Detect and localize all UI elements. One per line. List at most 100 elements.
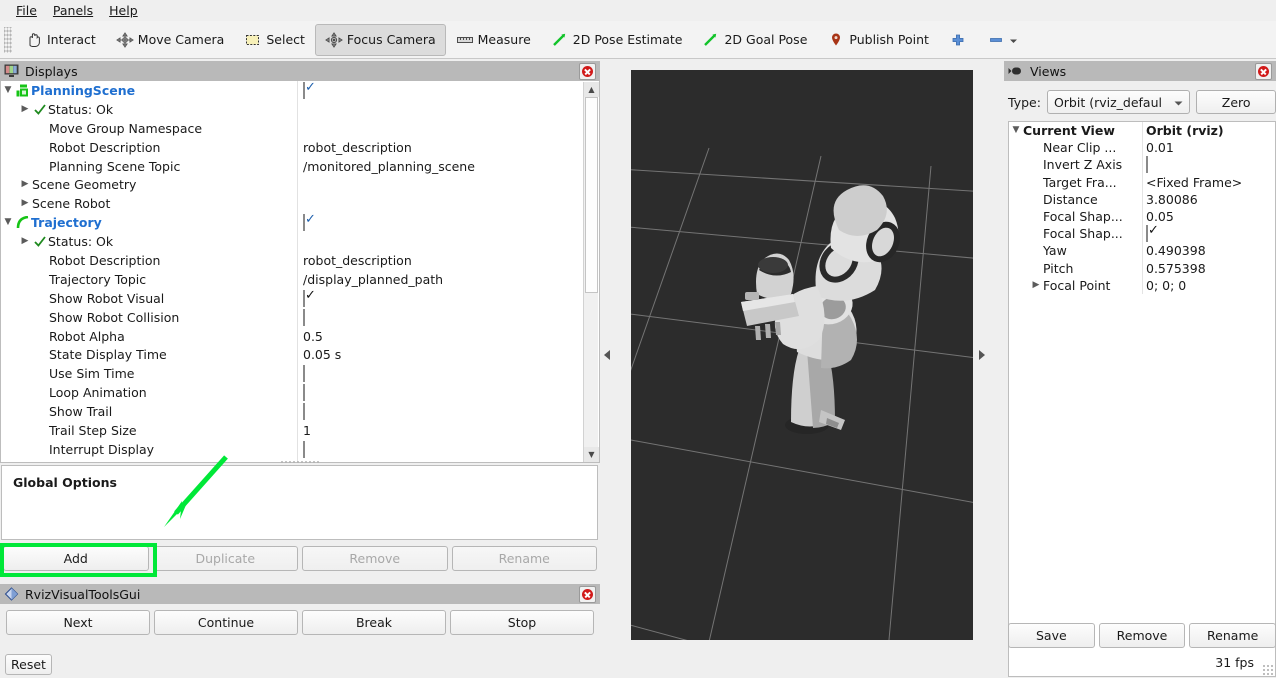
checkbox[interactable] bbox=[303, 214, 305, 232]
display-tree-row[interactable]: ▶ Scene Geometry bbox=[1, 175, 599, 194]
remove-view-button[interactable]: Remove bbox=[1098, 623, 1186, 648]
row-value[interactable]: /monitored_planning_scene bbox=[303, 157, 475, 176]
window-resize-grip[interactable] bbox=[1262, 664, 1274, 676]
row-value[interactable]: robot_description bbox=[303, 138, 412, 157]
display-tree-row[interactable]: Use Sim Time bbox=[1, 364, 599, 383]
displays-close-button[interactable] bbox=[579, 62, 596, 80]
views-tree-row[interactable]: Near Clip ... 0.01 bbox=[1009, 139, 1275, 157]
scroll-down-icon[interactable]: ▼ bbox=[584, 447, 599, 462]
row-value[interactable] bbox=[1146, 156, 1148, 174]
checkbox[interactable] bbox=[303, 308, 305, 326]
views-tree-row[interactable]: ▶ Focal Point 0; 0; 0 bbox=[1009, 276, 1275, 294]
row-value[interactable] bbox=[303, 81, 305, 100]
tool-interact[interactable]: Interact bbox=[15, 24, 106, 56]
expand-arrow-icon[interactable]: ▶ bbox=[18, 180, 32, 189]
expand-arrow-icon[interactable]: ▶ bbox=[18, 237, 32, 246]
rename-button[interactable]: Rename bbox=[451, 546, 597, 571]
display-tree-row[interactable]: Trail Step Size 1 bbox=[1, 421, 599, 440]
row-value[interactable] bbox=[303, 364, 305, 383]
display-tree-row[interactable]: Show Trail bbox=[1, 402, 599, 421]
display-tree-row[interactable]: ▼ PlanningScene bbox=[1, 81, 599, 100]
tool-focus-camera[interactable]: Focus Camera bbox=[314, 23, 446, 56]
break-button[interactable]: Break bbox=[302, 610, 446, 635]
tree-splitter[interactable] bbox=[280, 459, 320, 464]
display-tree-row[interactable]: State Display Time 0.05 s bbox=[1, 345, 599, 364]
row-value[interactable] bbox=[303, 402, 305, 421]
checkbox[interactable] bbox=[303, 384, 305, 402]
views-tree-row[interactable]: Focal Shap... 0.05 bbox=[1009, 207, 1275, 226]
tool-2d-pose-estimate[interactable]: 2D Pose Estimate bbox=[541, 24, 693, 56]
tool-add-plus[interactable] bbox=[939, 24, 977, 56]
row-value[interactable]: 0; 0; 0 bbox=[1146, 277, 1186, 294]
menu-file[interactable]: File bbox=[8, 1, 45, 20]
display-tree-row[interactable]: Trajectory Topic/display_planned_path bbox=[1, 270, 599, 289]
row-value[interactable]: 0.575398 bbox=[1146, 260, 1206, 277]
tool-remove-minus[interactable] bbox=[977, 24, 1028, 56]
global-options-box[interactable]: Global Options bbox=[1, 465, 598, 540]
display-tree-row[interactable]: Move Group Namespace bbox=[1, 119, 599, 138]
3d-viewport[interactable] bbox=[631, 70, 973, 640]
row-value[interactable]: robot_description bbox=[303, 251, 412, 270]
views-tree-row[interactable]: ▼ Current View Orbit (rviz) bbox=[1009, 122, 1275, 140]
display-tree-row[interactable]: ▼ Trajectory bbox=[1, 213, 599, 232]
duplicate-button[interactable]: Duplicate bbox=[152, 546, 298, 571]
row-value[interactable]: 1 bbox=[303, 421, 311, 440]
display-tree-row[interactable]: ▶ Status: Ok bbox=[1, 232, 599, 251]
tool-publish-point[interactable]: Publish Point bbox=[817, 24, 939, 56]
scroll-up-icon[interactable]: ▲ bbox=[584, 82, 599, 97]
expand-arrow-icon[interactable]: ▶ bbox=[18, 104, 32, 114]
views-tree-row[interactable]: Yaw 0.490398 bbox=[1009, 242, 1275, 260]
continue-button[interactable]: Continue bbox=[154, 610, 298, 635]
row-value[interactable]: 0.490398 bbox=[1146, 242, 1206, 259]
display-tree-row[interactable]: Robot Alpha 0.5 bbox=[1, 327, 599, 346]
tool-move-camera[interactable]: Move Camera bbox=[106, 24, 235, 56]
add-button[interactable]: Add bbox=[3, 546, 149, 571]
checkbox[interactable] bbox=[303, 289, 305, 307]
row-value[interactable] bbox=[303, 289, 305, 308]
collapse-arrow-icon[interactable]: ▼ bbox=[1, 85, 15, 95]
display-tree-row[interactable]: Interrupt Display bbox=[1, 440, 599, 459]
views-close-button[interactable] bbox=[1255, 62, 1272, 80]
checkbox[interactable] bbox=[1146, 156, 1148, 174]
display-tree-row[interactable]: Robot Description robot_description bbox=[1, 138, 599, 157]
collapse-arrow-icon[interactable]: ▼ bbox=[1009, 126, 1023, 135]
tool-measure[interactable]: Measure bbox=[446, 24, 541, 56]
row-value[interactable] bbox=[303, 213, 305, 232]
displays-scrollbar[interactable]: ▲ ▼ bbox=[583, 82, 599, 462]
zero-button[interactable]: Zero bbox=[1196, 90, 1276, 114]
toolbar-drag-handle[interactable] bbox=[4, 26, 12, 53]
collapse-right-panel-handle[interactable] bbox=[975, 70, 989, 640]
save-view-button[interactable]: Save bbox=[1008, 623, 1095, 648]
rename-view-button[interactable]: Rename bbox=[1189, 623, 1276, 648]
checkbox[interactable] bbox=[1146, 225, 1148, 243]
checkbox[interactable] bbox=[303, 365, 305, 383]
row-value[interactable] bbox=[303, 440, 305, 459]
row-value[interactable] bbox=[1146, 225, 1148, 243]
tool-select[interactable]: Select bbox=[234, 24, 315, 56]
menu-panels[interactable]: Panels bbox=[45, 1, 101, 20]
row-value[interactable] bbox=[303, 308, 305, 327]
expand-arrow-icon[interactable]: ▶ bbox=[18, 199, 32, 208]
views-tree-row[interactable]: Pitch 0.575398 bbox=[1009, 259, 1275, 277]
views-tree-row[interactable]: Target Fra... <Fixed Frame> bbox=[1009, 173, 1275, 191]
checkbox[interactable] bbox=[303, 81, 305, 99]
rviz-tools-close-button[interactable] bbox=[579, 585, 596, 603]
views-tree[interactable]: ▼ Current View Orbit (rviz) Near Clip ... 0.… bbox=[1008, 121, 1276, 677]
views-tree-row[interactable]: Distance 3.80086 bbox=[1009, 190, 1275, 208]
displays-tree[interactable]: ▼ PlanningScene ▶ Status: Ok Move Group Name… bbox=[0, 81, 600, 463]
display-tree-row[interactable]: Show Robot Collision bbox=[1, 308, 599, 327]
row-value[interactable] bbox=[303, 383, 305, 402]
views-type-dropdown[interactable]: Orbit (rviz_defaul bbox=[1046, 90, 1191, 114]
display-tree-row[interactable]: Planning Scene Topic/monitored_planning_… bbox=[1, 157, 599, 176]
scrollbar-thumb[interactable] bbox=[585, 97, 598, 293]
expand-arrow-icon[interactable]: ▶ bbox=[1029, 280, 1043, 290]
row-value[interactable]: <Fixed Frame> bbox=[1146, 174, 1242, 191]
menu-help[interactable]: Help bbox=[101, 1, 146, 20]
row-value[interactable]: 3.80086 bbox=[1146, 191, 1198, 208]
views-tree-row[interactable]: Focal Shap... bbox=[1009, 225, 1275, 243]
row-value[interactable]: Orbit (rviz) bbox=[1146, 122, 1224, 139]
stop-button[interactable]: Stop bbox=[450, 610, 594, 635]
display-tree-row[interactable]: ▶ Scene Robot bbox=[1, 194, 599, 213]
display-tree-row[interactable]: Robot Description robot_description bbox=[1, 251, 599, 270]
reset-button[interactable]: Reset bbox=[5, 654, 52, 675]
